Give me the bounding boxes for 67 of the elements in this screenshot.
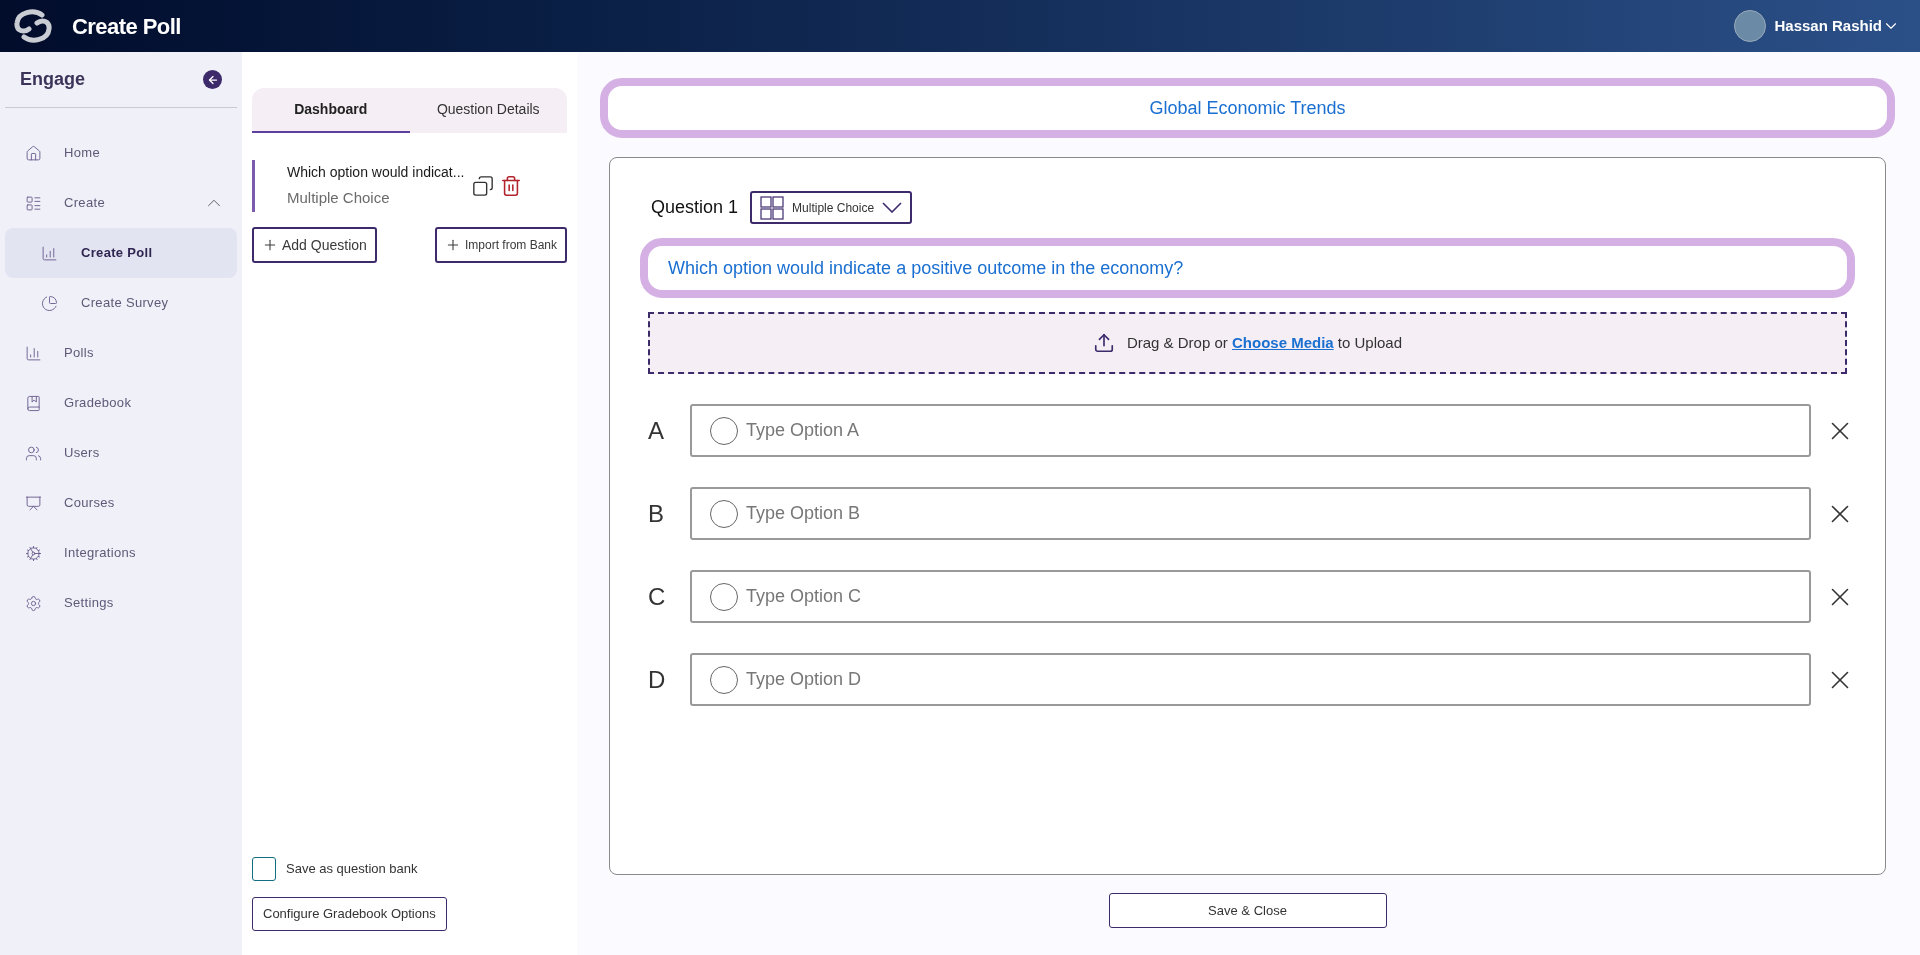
save-close-button[interactable]: Save & Close <box>1108 893 1387 928</box>
duplicate-icon[interactable] <box>472 175 495 197</box>
checkbox-label: Save as question bank <box>286 860 418 879</box>
upload-icon <box>1092 332 1115 354</box>
bar-chart-icon <box>41 244 58 262</box>
house-icon <box>25 144 42 162</box>
option-field[interactable]: Type Option A <box>690 404 1811 457</box>
radio-button[interactable] <box>710 499 738 528</box>
settings-icon <box>25 594 42 612</box>
arrow-left-icon <box>206 73 219 86</box>
page-title: Create Poll <box>72 12 181 41</box>
grid-icon <box>760 195 785 220</box>
option-input[interactable]: Type Option B <box>746 500 1791 527</box>
sidebar-item[interactable]: Courses <box>5 478 237 528</box>
sidebar-item[interactable]: Create <box>5 178 237 228</box>
sidebar-item[interactable]: Gradebook <box>5 378 237 428</box>
tab[interactable]: Question Details <box>409 88 567 133</box>
delete-icon[interactable] <box>500 175 523 197</box>
option-letter: C <box>647 581 667 612</box>
question-type-dropdown[interactable]: Multiple Choice <box>750 191 913 224</box>
logo-icon <box>12 9 54 43</box>
option-input[interactable]: Type Option D <box>746 666 1791 693</box>
option-field[interactable]: Type Option C <box>690 570 1811 623</box>
radio-button[interactable] <box>710 416 738 445</box>
chevron-down-icon <box>882 202 903 213</box>
choose-media-link[interactable]: Choose Media <box>1232 333 1334 351</box>
user-name[interactable]: Hassan Rashid <box>1774 14 1882 38</box>
sidebar-item[interactable]: Integrations <box>5 528 237 578</box>
poll-title-field[interactable]: Global Economic Trends <box>600 78 1895 138</box>
gear-icon <box>25 544 42 562</box>
collapse-button[interactable] <box>203 70 222 89</box>
option-field[interactable]: Type Option B <box>690 487 1811 540</box>
sidebar-item[interactable]: Polls <box>5 328 237 378</box>
question-item[interactable]: Which option would indicat... Multiple Choice <box>252 160 567 212</box>
presentation-icon <box>25 494 42 512</box>
option-input[interactable]: Type Option A <box>746 417 1791 444</box>
layout-icon <box>25 194 42 212</box>
add-button[interactable]: Import from Bank <box>434 227 567 263</box>
question-label: Question 1 <box>651 196 739 219</box>
pie-chart-icon <box>41 294 58 312</box>
sidebar-item[interactable]: Create Poll <box>5 228 237 278</box>
option-letter: A <box>647 415 665 446</box>
radio-button[interactable] <box>710 665 738 694</box>
question-text-field[interactable]: Which option would indicate a positive outcome in the economy? <box>640 238 1855 298</box>
upload-area[interactable]: Drag & Drop or Choose Media to Upload <box>648 312 1847 374</box>
bar-chart-icon <box>25 344 42 362</box>
question-title: Which option would indicat... <box>287 163 465 183</box>
checkbox[interactable] <box>252 857 276 881</box>
tab[interactable]: Dashboard <box>252 88 410 133</box>
radio-button[interactable] <box>710 582 738 611</box>
question-type: Multiple Choice <box>287 188 391 209</box>
sidebar-item[interactable]: Home <box>5 128 237 178</box>
option-letter: D <box>647 664 667 695</box>
option-field[interactable]: Type Option D <box>690 653 1811 706</box>
option-input[interactable]: Type Option C <box>746 583 1791 610</box>
avatar[interactable] <box>1734 10 1767 42</box>
sidebar-item[interactable]: Create Survey <box>5 278 237 328</box>
configure-gradebook-button[interactable]: Configure Gradebook Options <box>252 897 447 931</box>
sidebar-item[interactable]: Settings <box>5 578 237 628</box>
sidebar-title: Engage <box>20 68 85 91</box>
add-button[interactable]: Add Question <box>252 227 377 263</box>
sidebar-item[interactable]: Users <box>5 428 237 478</box>
upload-text: Drag & Drop or Choose Media to Upload <box>1126 332 1403 353</box>
users-icon <box>25 444 42 462</box>
option-letter: B <box>647 498 665 529</box>
plus-icon <box>262 237 278 253</box>
book-icon <box>25 394 42 412</box>
